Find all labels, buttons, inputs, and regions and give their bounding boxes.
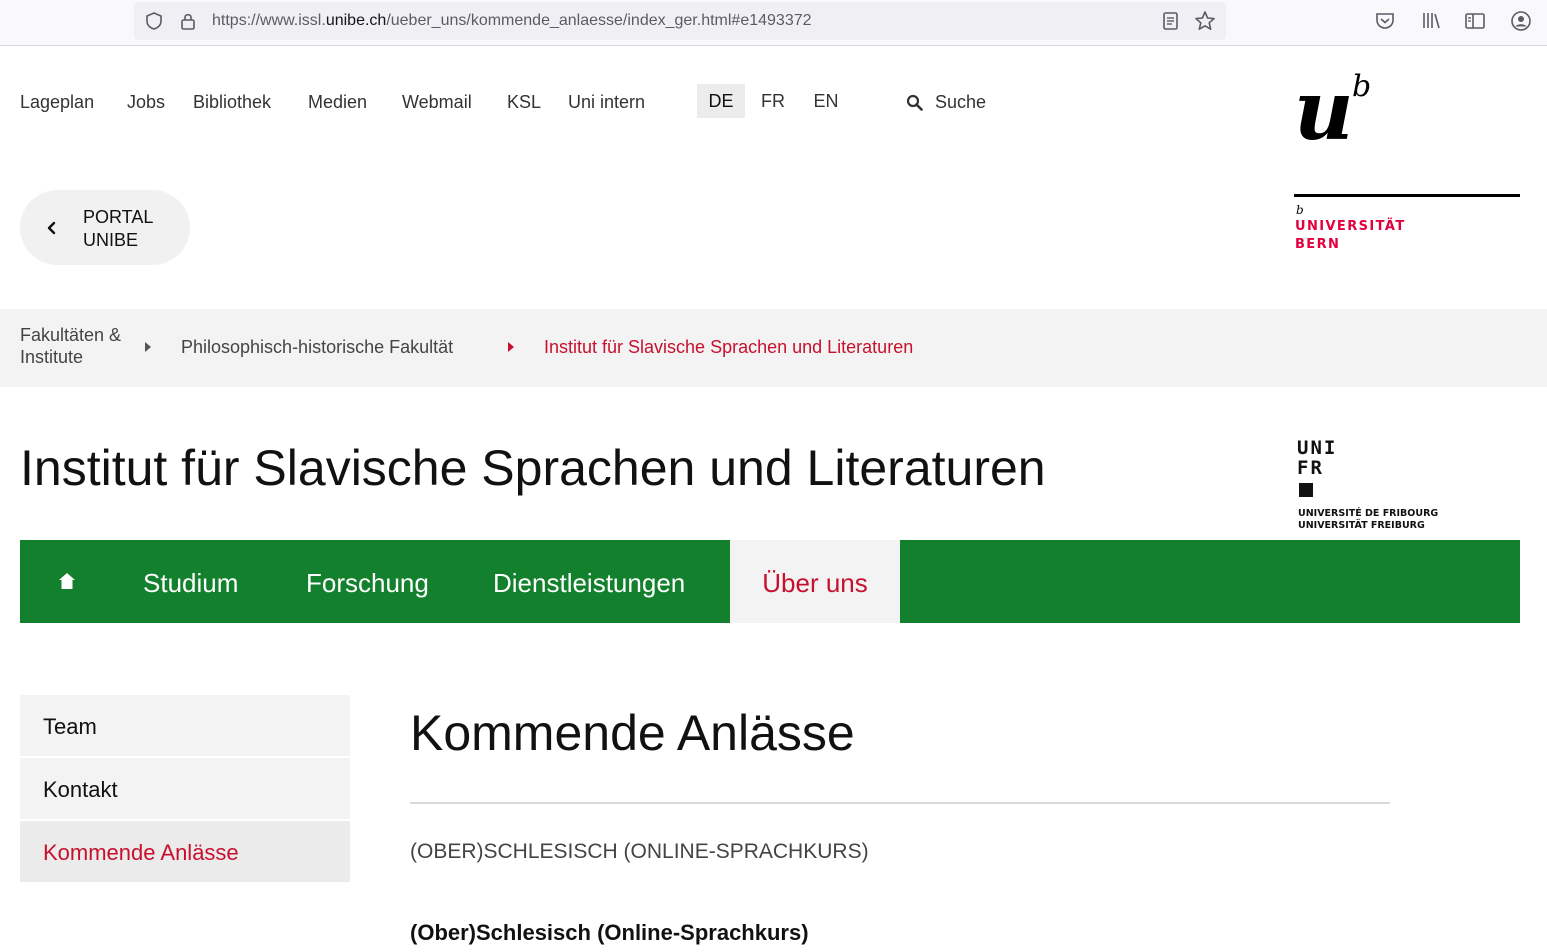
service-link-medien[interactable]: Medien <box>308 88 367 116</box>
url-text[interactable]: https://www.issl.unibe.ch/ueber_uns/komm… <box>212 12 812 30</box>
service-link-uni-intern[interactable]: Uni intern <box>568 88 645 116</box>
portal-label-line2: UNIBE <box>83 230 139 250</box>
service-link-lageplan[interactable]: Lageplan <box>20 88 94 116</box>
portal-unibe-button[interactable]: PORTAL UNIBE <box>20 190 190 265</box>
language-en[interactable]: EN <box>805 84 847 118</box>
unibe-logo-u: u <box>1294 63 1354 159</box>
unifr-logo-caption2: UNIVERSITÄT FREIBURG <box>1298 520 1425 531</box>
unifr-logo-square <box>1299 483 1313 497</box>
chevron-left-icon <box>47 221 56 235</box>
service-link-bibliothek[interactable]: Bibliothek <box>193 88 271 116</box>
search-icon <box>906 94 923 111</box>
home-icon[interactable] <box>58 572 76 590</box>
sub-nav-team[interactable]: Team <box>20 695 350 756</box>
breadcrumb-item-faculties[interactable]: Fakultäten & Institute <box>20 324 130 368</box>
unifr-logo[interactable]: UNI FR UNIVERSITÉ DE FRIBOURG UNIVERSITÄ… <box>1297 438 1447 533</box>
language-de[interactable]: DE <box>697 84 745 118</box>
institute-title[interactable]: Institut für Slavische Sprachen und Lite… <box>20 437 1046 499</box>
search-label: Suche <box>935 92 987 112</box>
sidebar-toggle-icon[interactable] <box>1464 10 1486 32</box>
portal-label-line1: PORTAL <box>83 207 154 227</box>
library-icon[interactable] <box>1420 10 1442 32</box>
url-suffix: /ueber_uns/kommende_anlaesse/index_ger.h… <box>386 12 812 29</box>
reader-view-icon[interactable] <box>1162 11 1180 31</box>
unifr-logo-caption1: UNIVERSITÉ DE FRIBOURG <box>1298 508 1439 519</box>
browser-toolbar: https://www.issl.unibe.ch/ueber_uns/komm… <box>0 0 1547 46</box>
content-divider <box>410 802 1390 804</box>
unibe-logo-rule <box>1294 194 1520 197</box>
service-link-ksl[interactable]: KSL <box>507 88 541 116</box>
shield-icon[interactable] <box>144 11 164 31</box>
main-nav-forschung[interactable]: Forschung <box>306 540 429 623</box>
unibe-logo-b: b <box>1352 69 1372 104</box>
page-title: Kommende Anlässe <box>410 705 855 761</box>
bookmark-star-icon[interactable] <box>1194 10 1216 32</box>
event-title[interactable]: (Ober)Schlesisch (Online-Sprachkurs) <box>410 918 809 948</box>
unibe-logo[interactable]: u b b UNIVERSITÄT BERN <box>1294 63 1520 252</box>
url-prefix: https://www.issl. <box>212 12 326 29</box>
language-fr[interactable]: FR <box>752 84 794 118</box>
main-nav: Studium Forschung Dienstleistungen Über … <box>20 540 1520 623</box>
sub-nav-team-label: Team <box>43 714 97 739</box>
breadcrumb-arrow-icon <box>508 342 514 352</box>
account-icon[interactable] <box>1510 10 1532 32</box>
service-link-webmail[interactable]: Webmail <box>402 88 472 116</box>
unibe-logo-text-line2: BERN <box>1295 237 1341 252</box>
main-nav-studium[interactable]: Studium <box>143 540 238 623</box>
unifr-logo-word2: FR <box>1297 457 1324 479</box>
lock-icon[interactable] <box>178 11 198 31</box>
breadcrumb-item-faculty[interactable]: Philosophisch-historische Fakultät <box>181 336 453 358</box>
unibe-logo-small-b: b <box>1296 203 1304 217</box>
unifr-logo-word1: UNI <box>1297 437 1338 459</box>
address-bar[interactable]: https://www.issl.unibe.ch/ueber_uns/komm… <box>134 2 1226 40</box>
sub-nav-kommende-anlaesse[interactable]: Kommende Anlässe <box>20 821 350 882</box>
sub-nav-kommende-anlaesse-label: Kommende Anlässe <box>43 840 239 865</box>
sub-nav-kontakt-label: Kontakt <box>43 777 118 802</box>
event-category: (OBER)SCHLESISCH (ONLINE-SPRACHKURS) <box>410 840 869 863</box>
breadcrumb-item-current[interactable]: Institut für Slavische Sprachen und Lite… <box>544 336 913 358</box>
service-link-jobs[interactable]: Jobs <box>127 88 165 116</box>
url-domain: unibe.ch <box>325 12 387 29</box>
breadcrumb: Fakultäten & Institute Philosophisch-his… <box>0 309 1547 387</box>
breadcrumb-arrow-icon <box>145 342 151 352</box>
unibe-logo-text-line1: UNIVERSITÄT <box>1295 219 1406 234</box>
main-nav-ueber-uns[interactable]: Über uns <box>730 540 900 623</box>
pocket-icon[interactable] <box>1374 10 1396 32</box>
portal-label: PORTAL UNIBE <box>83 206 183 252</box>
sub-nav-kontakt[interactable]: Kontakt <box>20 758 350 819</box>
main-nav-dienstleistungen[interactable]: Dienstleistungen <box>493 540 685 623</box>
